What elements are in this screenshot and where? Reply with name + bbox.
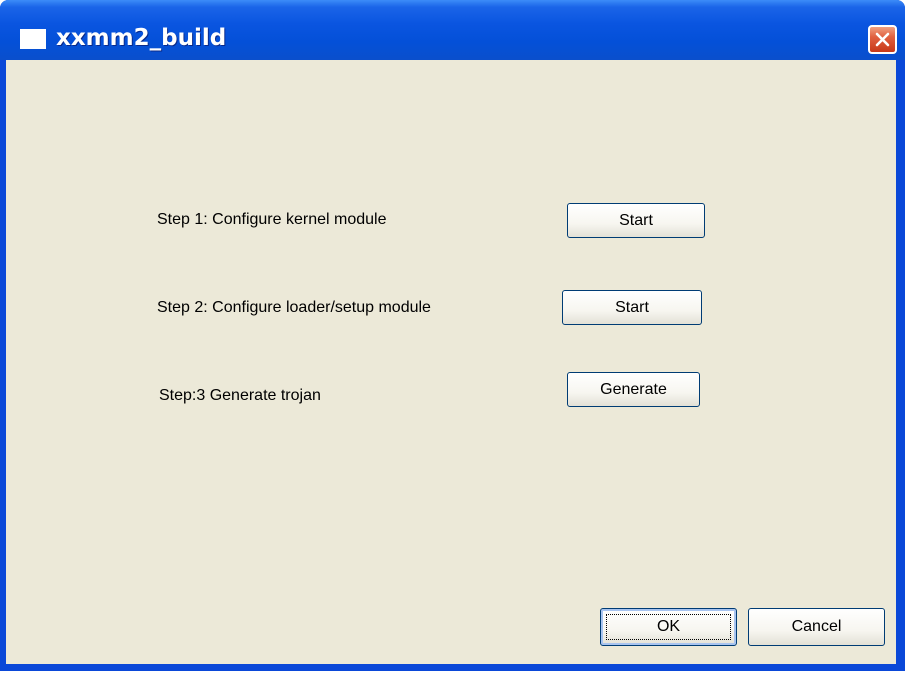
title-bar[interactable]: xxmm2_build [0, 0, 905, 60]
window-icon [20, 29, 46, 49]
step-1-label: Step 1: Configure kernel module [157, 211, 387, 228]
dialog-client-area: Step 1: Configure kernel module Start St… [6, 60, 896, 664]
cancel-button[interactable]: Cancel [748, 608, 885, 646]
step-1-start-button[interactable]: Start [567, 203, 705, 238]
step-2-label: Step 2: Configure loader/setup module [157, 299, 431, 316]
close-button[interactable] [868, 25, 897, 54]
dialog-window: xxmm2_build Step 1: Configure kernel mod… [0, 0, 905, 671]
ok-button[interactable]: OK [600, 608, 737, 646]
step-3-label: Step:3 Generate trojan [159, 387, 321, 404]
focus-rectangle [606, 614, 731, 640]
step-2-start-button[interactable]: Start [562, 290, 702, 325]
close-icon [875, 32, 890, 47]
window-title: xxmm2_build [56, 25, 227, 51]
generate-button[interactable]: Generate [567, 372, 700, 407]
